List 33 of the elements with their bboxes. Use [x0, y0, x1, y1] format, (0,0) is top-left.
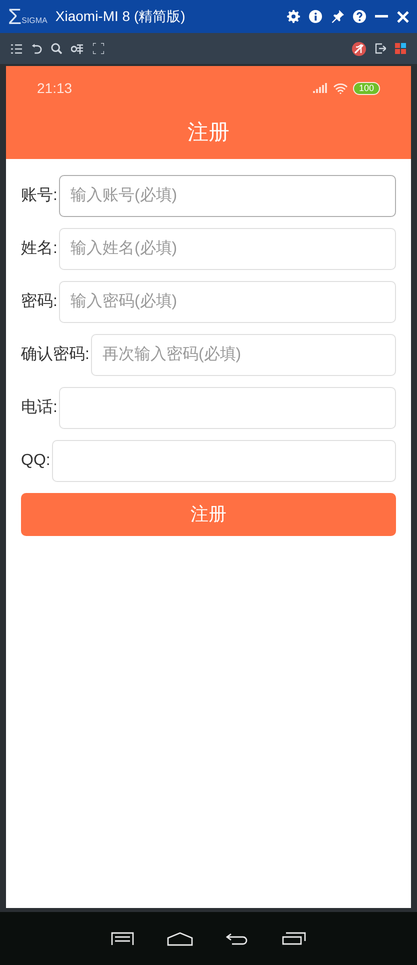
- settings-icon[interactable]: [287, 10, 300, 23]
- zoom-icon[interactable]: [51, 43, 62, 54]
- register-button[interactable]: 注册: [21, 493, 396, 536]
- field-label: 密码:: [21, 292, 58, 312]
- signal-icon: [312, 83, 328, 93]
- grid-icon[interactable]: [395, 43, 406, 54]
- logo-text: SIGMA: [22, 14, 48, 26]
- close-icon[interactable]: [397, 10, 409, 22]
- back-icon[interactable]: [226, 932, 249, 944]
- status-time: 21:13: [37, 78, 72, 98]
- info-icon[interactable]: [309, 10, 322, 23]
- fullscreen-icon[interactable]: [93, 43, 104, 54]
- field-label: 账号:: [21, 186, 58, 206]
- pin-icon[interactable]: [331, 10, 344, 23]
- field-label: 电话:: [21, 398, 58, 418]
- logo-symbol: Σ: [8, 6, 22, 28]
- input-field[interactable]: 输入账号(必填): [59, 175, 396, 217]
- menu-icon[interactable]: [111, 932, 134, 945]
- help-icon[interactable]: [353, 10, 366, 23]
- mute-icon[interactable]: [352, 42, 366, 56]
- list-icon[interactable]: [11, 44, 22, 54]
- window-title: Xiaomi-MI 8 (精简版): [55, 7, 186, 26]
- field-label: 确认密码:: [21, 344, 90, 365]
- header-title: 注册: [188, 120, 230, 146]
- minimize-icon[interactable]: [375, 15, 388, 18]
- undo-icon[interactable]: [31, 43, 42, 54]
- battery-indicator: 100: [352, 82, 380, 94]
- field-label: 姓名:: [21, 239, 58, 259]
- recent-apps-icon[interactable]: [282, 932, 306, 945]
- home-icon[interactable]: [167, 932, 193, 946]
- wifi-icon: [332, 82, 348, 94]
- exit-icon[interactable]: [375, 43, 386, 54]
- field-label: QQ:: [21, 451, 50, 471]
